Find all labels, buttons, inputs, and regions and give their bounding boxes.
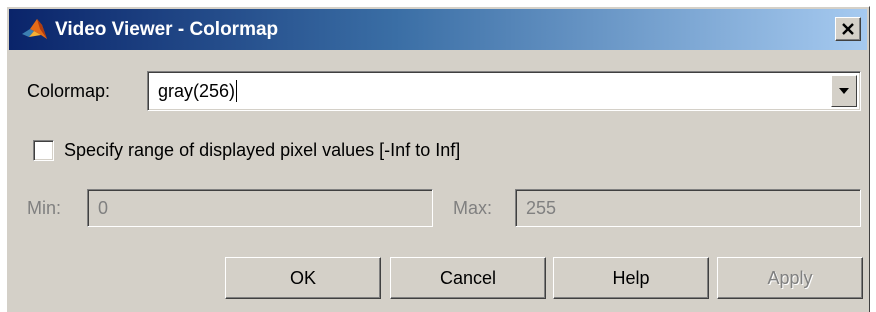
close-button[interactable] xyxy=(835,17,861,41)
colormap-combobox[interactable]: gray(256) xyxy=(147,71,861,111)
ok-button[interactable]: OK xyxy=(225,257,381,299)
specify-range-checkbox[interactable] xyxy=(33,140,54,161)
help-button[interactable]: Help xyxy=(553,257,709,299)
min-label: Min: xyxy=(27,198,62,218)
max-label: Max: xyxy=(453,198,493,218)
specify-range-label[interactable]: Specify range of displayed pixel values … xyxy=(64,140,460,161)
max-value: 255 xyxy=(526,198,557,218)
matlab-logo-icon xyxy=(21,15,51,45)
colormap-label: Colormap: xyxy=(27,81,111,101)
min-field[interactable]: 0 xyxy=(87,189,433,227)
cancel-button[interactable]: Cancel xyxy=(390,257,546,299)
colormap-dialog: Video Viewer - Colormap Colormap: gray(2… xyxy=(6,6,870,312)
apply-button[interactable]: Apply xyxy=(717,257,863,299)
chevron-down-icon xyxy=(839,88,849,94)
window-title: Video Viewer - Colormap xyxy=(55,18,279,40)
close-icon xyxy=(842,23,854,35)
colormap-dropdown-button[interactable] xyxy=(831,75,857,107)
min-value: 0 xyxy=(98,198,109,218)
colormap-input[interactable]: gray(256) xyxy=(158,80,238,102)
max-field[interactable]: 255 xyxy=(515,189,861,227)
title-bar[interactable]: Video Viewer - Colormap xyxy=(9,9,867,50)
